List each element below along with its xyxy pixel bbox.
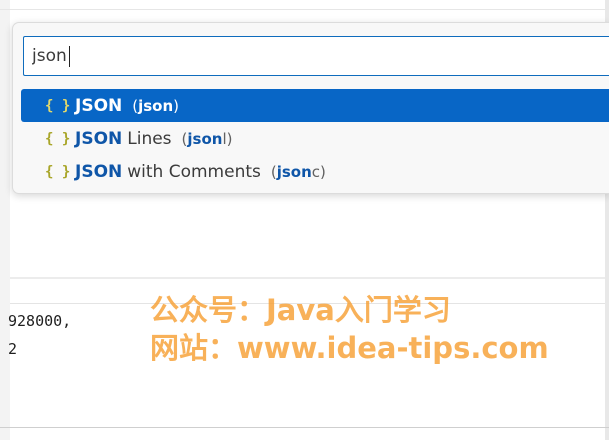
language-name-match: JSON xyxy=(75,95,123,116)
language-id-match: json xyxy=(276,162,312,181)
language-item-json-with-comments[interactable]: { } JSON with Comments (jsonc) xyxy=(21,155,609,188)
language-list: { } JSON (json) { } JSON Lines (jsonl) {… xyxy=(21,89,609,188)
language-id: (json) xyxy=(132,96,180,115)
braces-icon: { } xyxy=(45,163,71,180)
language-id-match: json xyxy=(138,96,174,115)
text-caret xyxy=(69,46,70,67)
language-id-rest: l xyxy=(222,129,227,148)
language-name-rest: Lines xyxy=(127,128,172,149)
language-name-rest: with Comments xyxy=(127,161,261,182)
language-id-rest: c xyxy=(311,162,321,181)
editor-top-border xyxy=(0,9,609,10)
language-item-json[interactable]: { } JSON (json) xyxy=(21,89,609,122)
language-name-match: JSON xyxy=(75,161,123,182)
quick-pick-search-box[interactable] xyxy=(23,36,609,76)
editor-divider xyxy=(10,277,605,279)
search-input[interactable] xyxy=(32,44,592,68)
editor-gutter xyxy=(0,0,10,440)
watermark-wechat: 公众号：Java入门学习 xyxy=(150,293,451,327)
editor-bottom-border xyxy=(0,427,609,428)
language-id: (jsonl) xyxy=(181,129,233,148)
language-name-match: JSON xyxy=(75,128,123,149)
braces-icon: { } xyxy=(45,130,71,147)
watermark-website: 网站：www.idea-tips.com xyxy=(150,331,549,365)
braces-icon: { } xyxy=(45,97,71,114)
language-id: (jsonc) xyxy=(270,162,326,181)
language-id-match: json xyxy=(187,129,223,148)
code-line[interactable]: 928000, xyxy=(8,312,71,330)
language-item-json-lines[interactable]: { } JSON Lines (jsonl) xyxy=(21,122,609,155)
code-line[interactable]: 2 xyxy=(8,340,17,358)
language-mode-quick-pick: { } JSON (json) { } JSON Lines (jsonl) {… xyxy=(12,22,609,194)
